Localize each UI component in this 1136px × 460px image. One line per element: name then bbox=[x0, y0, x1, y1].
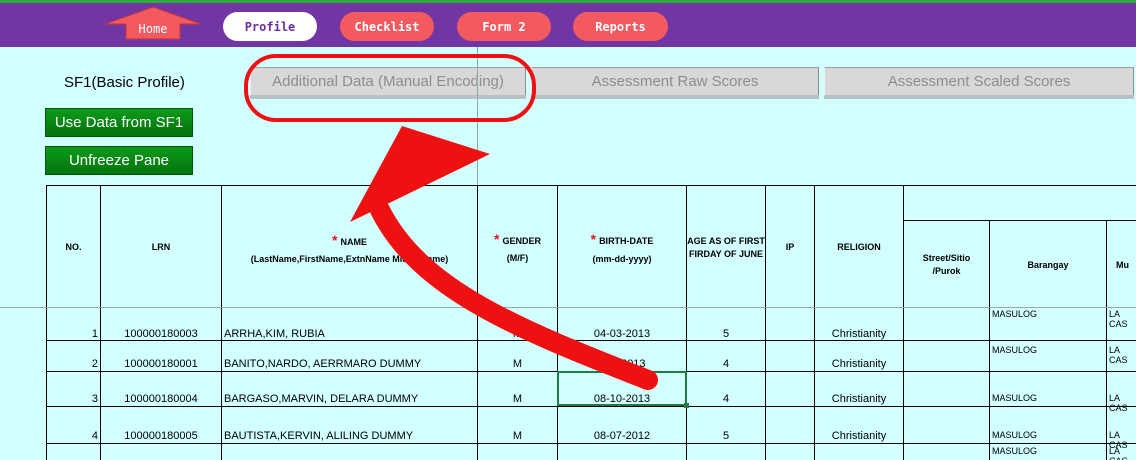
selected-cell[interactable] bbox=[557, 371, 687, 406]
checklist-button[interactable]: Checklist bbox=[340, 12, 434, 41]
row-line bbox=[46, 443, 1136, 444]
header-bottom-line bbox=[0, 307, 1136, 308]
cell-municipality[interactable]: LA CAS bbox=[1109, 309, 1136, 329]
cell-barangay[interactable]: MASULOG bbox=[992, 345, 1037, 355]
cell-gender[interactable]: M bbox=[478, 358, 557, 370]
grid-line bbox=[46, 185, 1136, 186]
grid-line bbox=[814, 185, 815, 460]
header-lrn: LRN bbox=[151, 242, 171, 252]
tab-assessment-scaled-scores[interactable]: Assessment Scaled Scores bbox=[824, 67, 1134, 95]
cell-gender[interactable]: M bbox=[478, 430, 557, 442]
grid-line bbox=[100, 185, 101, 460]
cell-birth-date[interactable]: 09- -2013 bbox=[558, 358, 686, 370]
header-religion: RELIGION bbox=[837, 242, 881, 252]
cell-name[interactable]: BAUTISTA,KERVIN, ALILING DUMMY bbox=[224, 430, 476, 442]
cell-municipality[interactable]: LA CAS bbox=[1109, 393, 1136, 413]
cell-religion[interactable]: Christianity bbox=[815, 358, 903, 370]
sheet-tabs: SF1(Basic Profile) Additional Data (Manu… bbox=[0, 47, 1136, 100]
cell-name[interactable]: BARGASO,MARVIN, DELARA DUMMY bbox=[224, 393, 476, 405]
tab-shadow bbox=[824, 95, 1134, 99]
header-name: * NAME bbox=[332, 232, 367, 248]
header-no: NO. bbox=[65, 242, 82, 252]
profile-button[interactable]: Profile bbox=[223, 12, 317, 41]
tab-shadow bbox=[250, 95, 526, 99]
grid-line bbox=[903, 220, 1136, 221]
row-line bbox=[46, 340, 1136, 341]
header-age: AGE AS OF FIRST bbox=[687, 236, 765, 246]
form2-button[interactable]: Form 2 bbox=[457, 12, 551, 41]
cell-barangay[interactable]: MASULOG bbox=[992, 430, 1037, 440]
cell-birth-date[interactable]: 04-03-2013 bbox=[558, 328, 686, 340]
tab-shadow bbox=[531, 95, 819, 99]
cell-birth-date[interactable]: 08-07-2012 bbox=[558, 430, 686, 442]
cell-age[interactable]: 4 bbox=[687, 393, 765, 405]
grid-line bbox=[765, 185, 766, 460]
cell-name[interactable]: ARRHA,KIM, RUBIA bbox=[224, 328, 476, 340]
tab-sf1-basic-profile[interactable]: SF1(Basic Profile) bbox=[0, 67, 250, 100]
cell-age[interactable]: 4 bbox=[687, 358, 765, 370]
grid-line bbox=[46, 185, 47, 460]
header-gender: * GENDER bbox=[494, 231, 541, 247]
cell-lrn[interactable]: 100000180003 bbox=[101, 328, 221, 340]
row-line bbox=[46, 406, 1136, 407]
cell-gender[interactable]: M bbox=[478, 393, 557, 405]
cell-lrn[interactable]: 100000180004 bbox=[101, 393, 221, 405]
cell-municipality[interactable]: LA CAS bbox=[1109, 345, 1136, 365]
cell-no[interactable]: 4 bbox=[47, 430, 98, 442]
grid-line bbox=[686, 185, 687, 460]
cell-no[interactable]: 2 bbox=[47, 358, 98, 370]
top-nav-bar: Home Profile Checklist Form 2 Reports bbox=[0, 3, 1136, 47]
cell-municipality[interactable]: LA CAS bbox=[1109, 446, 1136, 460]
header-birth-date: * BIRTH-DATE bbox=[590, 231, 654, 247]
cell-lrn[interactable]: 100000180005 bbox=[101, 430, 221, 442]
cell-religion[interactable]: Christianity bbox=[815, 430, 903, 442]
fill-handle[interactable] bbox=[684, 403, 689, 408]
header-birth-date-sub: (mm-dd-yyyy) bbox=[592, 254, 652, 264]
reports-button[interactable]: Reports bbox=[573, 12, 668, 41]
cell-age[interactable]: 5 bbox=[687, 430, 765, 442]
header-gender-sub: (M/F) bbox=[506, 253, 529, 263]
header-street: Street/Sitio bbox=[922, 253, 971, 263]
home-button[interactable]: Home bbox=[104, 6, 202, 40]
tab-additional-data[interactable]: Additional Data (Manual Encoding) bbox=[250, 67, 526, 95]
cell-no[interactable]: 1 bbox=[47, 328, 98, 340]
header-barangay: Barangay bbox=[1027, 260, 1069, 270]
cell-no[interactable]: 3 bbox=[47, 393, 98, 405]
header-age-2: FIRDAY OF JUNE bbox=[688, 249, 764, 259]
cell-name[interactable]: BANITO,NARDO, AERRMARO DUMMY bbox=[224, 358, 476, 370]
grid-line bbox=[477, 185, 478, 460]
cell-age[interactable]: 5 bbox=[687, 328, 765, 340]
home-label: Home bbox=[138, 22, 168, 36]
grid-line bbox=[221, 185, 222, 460]
tab-assessment-raw-scores[interactable]: Assessment Raw Scores bbox=[531, 67, 819, 95]
cell-gender[interactable]: M bbox=[478, 328, 557, 340]
header-name-sub: (LastName,FirstName,ExtnName MiddleName) bbox=[250, 254, 449, 264]
cell-lrn[interactable]: 100000180001 bbox=[101, 358, 221, 370]
grid-line bbox=[557, 185, 558, 460]
grid-line bbox=[903, 185, 904, 460]
cell-religion[interactable]: Christianity bbox=[815, 393, 903, 405]
cell-barangay[interactable]: MASULOG bbox=[992, 446, 1037, 456]
use-data-from-sf1-button[interactable]: Use Data from SF1 bbox=[45, 108, 193, 137]
header-ip: IP bbox=[785, 242, 795, 252]
annotation-arrow-head bbox=[350, 126, 490, 222]
header-municipality: Mu bbox=[1116, 260, 1129, 270]
cell-barangay[interactable]: MASULOG bbox=[992, 393, 1037, 403]
cell-barangay[interactable]: MASULOG bbox=[992, 309, 1037, 319]
header-purok: /Purok bbox=[932, 266, 961, 276]
cell-religion[interactable]: Christianity bbox=[815, 328, 903, 340]
unfreeze-pane-button[interactable]: Unfreeze Pane bbox=[45, 146, 193, 175]
